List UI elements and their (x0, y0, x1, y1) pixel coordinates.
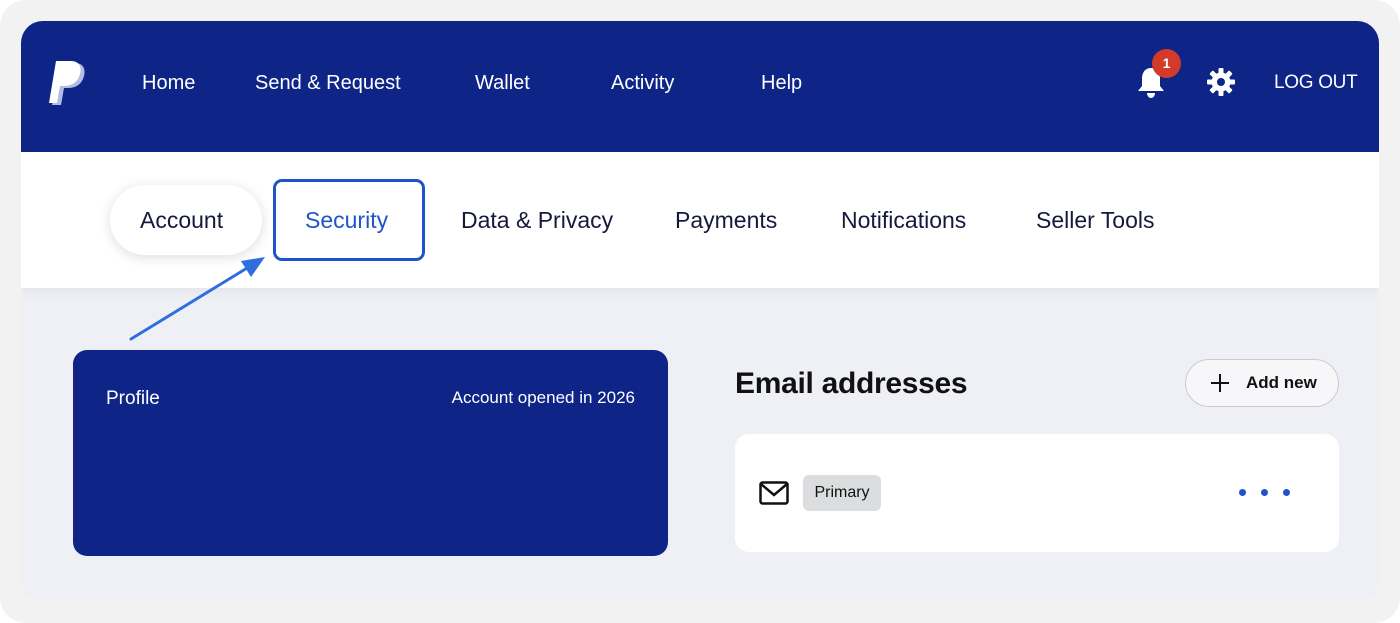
email-list-item: Primary (735, 434, 1339, 552)
more-dot-icon (1283, 489, 1290, 496)
account-opened-text: Account opened in 2026 (451, 388, 635, 407)
settings-tab-bar: Account Security Data & Privacy Payments… (21, 152, 1379, 288)
gear-icon[interactable] (1207, 68, 1235, 96)
top-nav-bar: Home Send & Request Wallet Activity Help… (21, 21, 1379, 152)
tab-notifications[interactable]: Notifications (841, 206, 966, 234)
more-dot-icon (1261, 489, 1268, 496)
nav-help[interactable]: Help (761, 71, 802, 95)
tab-account[interactable]: Account (140, 206, 223, 234)
nav-wallet[interactable]: Wallet (475, 71, 530, 95)
nav-home[interactable]: Home (142, 71, 195, 95)
tab-seller-tools[interactable]: Seller Tools (1036, 206, 1154, 234)
tab-security[interactable]: Security (305, 206, 388, 234)
email-addresses-heading: Email addresses (735, 367, 968, 400)
envelope-icon (759, 481, 789, 505)
profile-card: Profile Account opened in 2026 (73, 350, 668, 556)
paypal-logo-icon[interactable] (49, 61, 87, 107)
add-new-email-button[interactable]: Add new (1185, 359, 1339, 407)
app-window: Home Send & Request Wallet Activity Help… (21, 21, 1379, 601)
tab-data-privacy[interactable]: Data & Privacy (461, 206, 613, 234)
tab-payments[interactable]: Payments (675, 206, 777, 234)
notification-badge: 1 (1152, 49, 1181, 78)
primary-email-badge: Primary (803, 475, 881, 511)
nav-activity[interactable]: Activity (611, 71, 674, 95)
profile-title: Profile (106, 388, 160, 409)
more-options-button[interactable] (1233, 480, 1295, 504)
nav-send-request[interactable]: Send & Request (255, 71, 401, 95)
screenshot-frame: Home Send & Request Wallet Activity Help… (0, 0, 1400, 623)
plus-icon (1211, 374, 1229, 392)
add-new-label: Add new (1246, 373, 1317, 392)
more-dot-icon (1239, 489, 1246, 496)
logout-button[interactable]: LOG OUT (1274, 72, 1358, 94)
